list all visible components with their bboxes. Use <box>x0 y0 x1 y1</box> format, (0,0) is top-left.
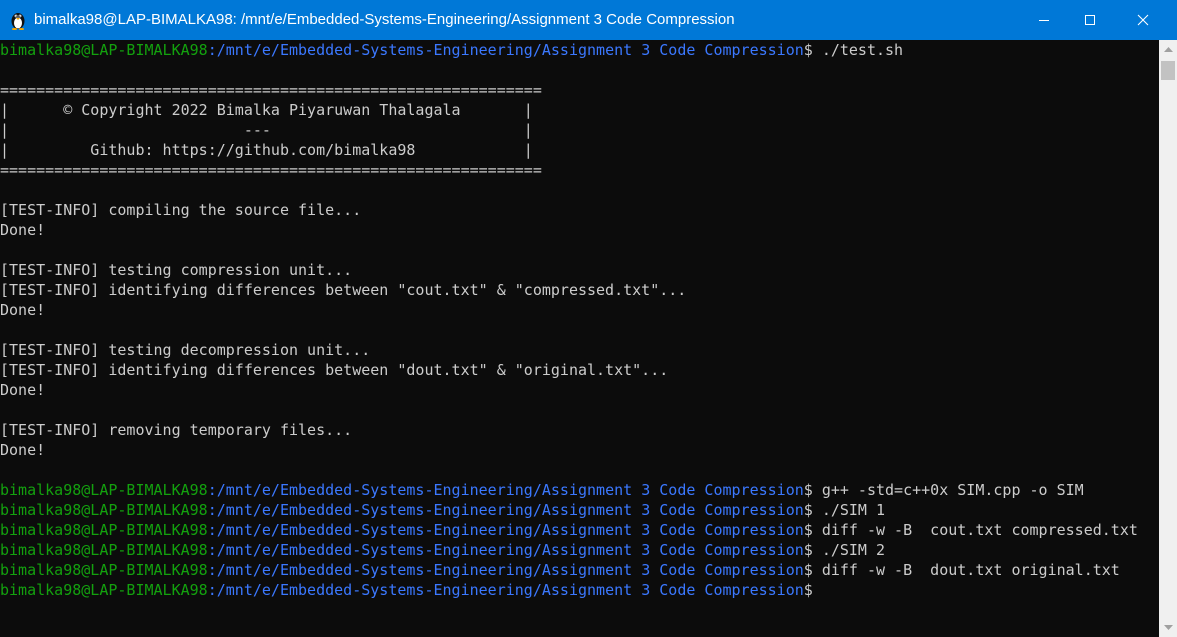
prompt-path: :/mnt/e/Embedded-Systems-Engineering/Ass… <box>207 481 804 499</box>
prompt-user: bimalka98@LAP-BIMALKA98 <box>0 481 208 499</box>
prompt-user: bimalka98@LAP-BIMALKA98 <box>0 541 208 559</box>
prompt-user: bimalka98@LAP-BIMALKA98 <box>0 521 208 539</box>
prompt-user: bimalka98@LAP-BIMALKA98 <box>0 41 208 59</box>
prompt-line: bimalka98@LAP-BIMALKA98:/mnt/e/Embedded-… <box>0 560 1120 580</box>
title-bar[interactable]: bimalka98@LAP-BIMALKA98: /mnt/e/Embedded… <box>0 0 1177 40</box>
output-line: Done! <box>0 441 46 459</box>
scroll-down-arrow-icon[interactable] <box>1159 619 1177 637</box>
terminal-output[interactable]: bimalka98@LAP-BIMALKA98:/mnt/e/Embedded-… <box>0 40 1159 637</box>
output-line: [TEST-INFO] identifying differences betw… <box>0 281 687 299</box>
command-text: ./test.sh <box>821 41 904 59</box>
output-line: | --- | <box>0 121 533 139</box>
close-button[interactable] <box>1120 0 1166 40</box>
close-icon <box>1137 14 1149 26</box>
scroll-up-arrow-icon[interactable] <box>1159 40 1177 58</box>
prompt-path: :/mnt/e/Embedded-Systems-Engineering/Ass… <box>207 541 804 559</box>
prompt-line: bimalka98@LAP-BIMALKA98:/mnt/e/Embedded-… <box>0 480 1084 500</box>
prompt-symbol: $ <box>803 481 822 499</box>
output-line: [TEST-INFO] identifying differences betw… <box>0 361 669 379</box>
output-line: | Github: https://github.com/bimalka98 | <box>0 141 533 159</box>
prompt-path: :/mnt/e/Embedded-Systems-Engineering/Ass… <box>207 561 804 579</box>
output-line: Done! <box>0 381 46 399</box>
command-text: ./SIM 2 <box>821 541 886 559</box>
maximize-button[interactable] <box>1067 0 1113 40</box>
prompt-line: bimalka98@LAP-BIMALKA98:/mnt/e/Embedded-… <box>0 540 885 560</box>
output-line: [TEST-INFO] removing temporary files... <box>0 421 353 439</box>
prompt-user: bimalka98@LAP-BIMALKA98 <box>0 561 208 579</box>
output-line: | © Copyright 2022 Bimalka Piyaruwan Tha… <box>0 101 533 119</box>
prompt-line: bimalka98@LAP-BIMALKA98:/mnt/e/Embedded-… <box>0 580 822 600</box>
vertical-scrollbar[interactable] <box>1159 40 1177 637</box>
output-line: Done! <box>0 301 46 319</box>
prompt-line: bimalka98@LAP-BIMALKA98:/mnt/e/Embedded-… <box>0 500 885 520</box>
prompt-symbol: $ <box>803 581 822 599</box>
output-line: [TEST-INFO] compiling the source file... <box>0 201 362 219</box>
output-line: [TEST-INFO] testing decompression unit..… <box>0 341 371 359</box>
scrollbar-thumb[interactable] <box>1161 61 1175 80</box>
command-text: g++ -std=c++0x SIM.cpp -o SIM <box>821 481 1084 499</box>
prompt-symbol: $ <box>803 501 822 519</box>
prompt-path: :/mnt/e/Embedded-Systems-Engineering/Ass… <box>207 521 804 539</box>
linux-penguin-icon <box>11 13 25 30</box>
maximize-icon <box>1085 15 1095 25</box>
prompt-symbol: $ <box>803 541 822 559</box>
command-text: diff -w -B dout.txt original.txt <box>821 561 1120 579</box>
prompt-path: :/mnt/e/Embedded-Systems-Engineering/Ass… <box>207 581 804 599</box>
prompt-line: bimalka98@LAP-BIMALKA98:/mnt/e/Embedded-… <box>0 40 903 60</box>
output-line: [TEST-INFO] testing compression unit... <box>0 261 353 279</box>
prompt-line: bimalka98@LAP-BIMALKA98:/mnt/e/Embedded-… <box>0 520 1138 540</box>
prompt-symbol: $ <box>803 521 822 539</box>
window-title: bimalka98@LAP-BIMALKA98: /mnt/e/Embedded… <box>34 11 735 28</box>
prompt-symbol: $ <box>803 561 822 579</box>
prompt-path: :/mnt/e/Embedded-Systems-Engineering/Ass… <box>207 41 804 59</box>
prompt-path: :/mnt/e/Embedded-Systems-Engineering/Ass… <box>207 501 804 519</box>
minimize-button[interactable] <box>1021 0 1067 40</box>
prompt-user: bimalka98@LAP-BIMALKA98 <box>0 501 208 519</box>
command-text: diff -w -B cout.txt compressed.txt <box>821 521 1138 539</box>
output-line: ========================================… <box>0 81 542 99</box>
prompt-symbol: $ <box>803 41 822 59</box>
output-line: ========================================… <box>0 161 542 179</box>
prompt-user: bimalka98@LAP-BIMALKA98 <box>0 581 208 599</box>
command-text: ./SIM 1 <box>821 501 886 519</box>
output-line: Done! <box>0 221 46 239</box>
minimize-icon <box>1039 20 1049 21</box>
